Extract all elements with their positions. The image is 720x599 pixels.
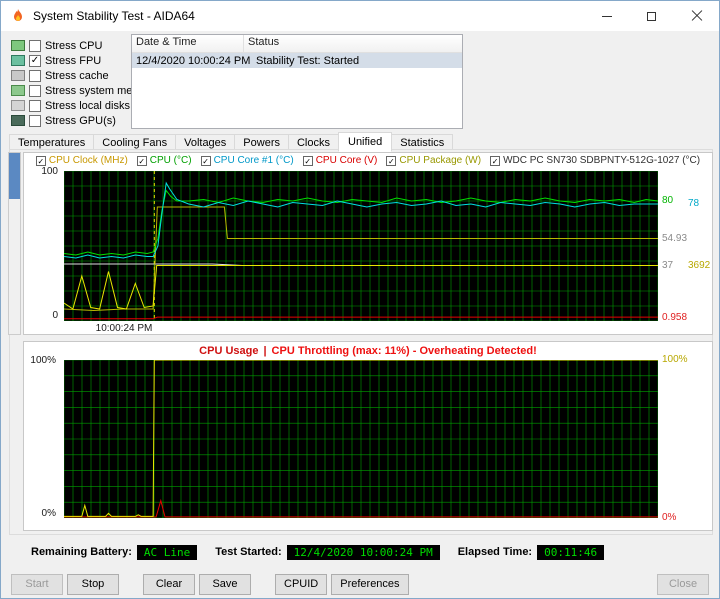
- cpuid-button[interactable]: CPUID: [275, 573, 328, 595]
- cpu-usage-graph: [64, 360, 658, 518]
- status-bar: Remaining Battery: AC Line Test Started:…: [31, 543, 622, 561]
- legend-checkbox[interactable]: ✓: [200, 155, 211, 166]
- log-column-header[interactable]: Date & Time: [132, 35, 244, 52]
- battery-label: Remaining Battery:: [31, 546, 132, 558]
- stress-label: Stress FPU: [45, 54, 102, 67]
- disk-icon: [11, 100, 25, 111]
- save-button[interactable]: Save: [199, 573, 251, 595]
- test-started-label: Test Started:: [215, 546, 282, 558]
- legend-item[interactable]: ✓ CPU (°C): [136, 155, 192, 166]
- memory-icon: [11, 85, 25, 96]
- legend-item[interactable]: ✓ CPU Core #1 (°C): [200, 155, 294, 166]
- axis-label-right: 0.958: [662, 312, 688, 323]
- legend-item[interactable]: ✓ CPU Package (W): [386, 155, 481, 166]
- legend-item[interactable]: ✓ CPU Core (V): [302, 155, 378, 166]
- chart-legend: ✓ CPU Clock (MHz) ✓ CPU (°C) ✓ CPU Core #1 (°…: [24, 155, 712, 166]
- axis-label-y-max: 100: [41, 166, 58, 177]
- elapsed-time-value: 00:11:46: [537, 544, 605, 560]
- window-title: System Stability Test - AIDA64: [33, 9, 195, 23]
- stress-label: Stress CPU: [45, 39, 103, 52]
- titlebar: System Stability Test - AIDA64: [1, 1, 719, 31]
- maximize-button[interactable]: [629, 1, 674, 31]
- fpu-icon: [11, 55, 25, 66]
- button-bar: Start Stop Clear Save CPUID Preferences Close: [11, 573, 709, 595]
- axis-label-right: 80: [662, 195, 674, 206]
- minimize-icon: [601, 15, 612, 17]
- legend-checkbox[interactable]: ✓: [386, 155, 397, 166]
- usage-axis-0: 0%: [41, 508, 56, 519]
- log-column-header[interactable]: Status: [244, 35, 462, 52]
- axis-label-right: 0%: [662, 512, 677, 523]
- log-header: Date & Time Status: [132, 35, 462, 53]
- elapsed-time-label: Elapsed Time:: [457, 546, 533, 558]
- unified-sensor-graph: [64, 171, 658, 321]
- chart1-right-labels: 80 78 54.93 37 3692 0.958: [662, 153, 712, 334]
- axis-label-time: 10:00:24 PM: [95, 323, 153, 334]
- preferences-button[interactable]: Preferences: [331, 573, 409, 595]
- usage-title-separator: |: [263, 345, 267, 357]
- start-button: Start: [11, 573, 63, 595]
- aida64-stability-test-window: System Stability Test - AIDA64 Stress CP…: [0, 0, 720, 599]
- event-log-table: Date & Time Status 12/4/2020 10:00:24 PM S…: [131, 34, 463, 129]
- stress-checkbox[interactable]: [29, 39, 41, 52]
- stress-label: Stress GPU(s): [45, 114, 116, 127]
- chart2-right-labels: 100% 0%: [662, 342, 712, 530]
- legend-checkbox[interactable]: ✓: [490, 155, 501, 166]
- log-row[interactable]: 12/4/2020 10:00:24 PM Stability Test: Sta…: [132, 53, 462, 68]
- legend-label: CPU (°C): [149, 155, 192, 166]
- throttling-warning-text: CPU Throttling (max: 11%) - Overheating …: [271, 345, 537, 357]
- legend-label: CPU Core #1 (°C): [213, 155, 294, 166]
- stress-label: Stress local disks: [45, 99, 130, 112]
- axis-label-right: 37: [662, 259, 674, 271]
- axis-label-right: 3692: [688, 259, 711, 271]
- stress-checkbox[interactable]: [29, 99, 41, 112]
- legend-label: CPU Clock (MHz): [48, 155, 128, 166]
- window-controls: [584, 1, 719, 31]
- cpu-usage-title: CPU Usage | CPU Throttling (max: 11%) - Ov…: [24, 345, 712, 357]
- battery-value: AC Line: [136, 544, 198, 560]
- log-cell-status: Stability Test: Started: [256, 54, 360, 67]
- stress-label: Stress cache: [45, 69, 109, 82]
- app-flame-icon: [14, 9, 22, 21]
- graph-scrollbar[interactable]: [8, 152, 21, 335]
- legend-label: CPU Core (V): [315, 155, 378, 166]
- stress-checkbox[interactable]: [29, 84, 41, 97]
- legend-checkbox[interactable]: ✓: [302, 155, 313, 166]
- close-icon: [691, 10, 703, 22]
- legend-checkbox[interactable]: ✓: [35, 155, 46, 166]
- axis-label-right: 54.93: [662, 232, 688, 244]
- minimize-button[interactable]: [584, 1, 629, 31]
- stress-checkbox[interactable]: [29, 114, 41, 127]
- test-started-value: 12/4/2020 10:00:24 PM: [286, 544, 440, 560]
- graph-scrollbar-thumb[interactable]: [9, 153, 20, 199]
- maximize-icon: [647, 11, 656, 21]
- unified-chart-panel: ✓ CPU Clock (MHz) ✓ CPU (°C) ✓ CPU Core #1 (°…: [23, 152, 713, 335]
- log-cell-datetime: 12/4/2020 10:00:24 PM: [136, 54, 251, 67]
- log-body: 12/4/2020 10:00:24 PM Stability Test: Sta…: [132, 53, 462, 68]
- axis-label-right: 78: [688, 198, 700, 209]
- axis-label-right: 100%: [662, 354, 688, 365]
- stop-button[interactable]: Stop: [67, 573, 119, 595]
- cache-icon: [11, 70, 25, 81]
- clear-button[interactable]: Clear: [143, 573, 195, 595]
- close-button: Close: [657, 573, 709, 595]
- close-button[interactable]: [674, 1, 719, 31]
- cpu-icon: [11, 40, 25, 51]
- stress-checkbox[interactable]: [29, 69, 41, 82]
- legend-item[interactable]: ✓ CPU Clock (MHz): [35, 155, 128, 166]
- legend-checkbox[interactable]: ✓: [136, 155, 147, 166]
- cpu-usage-panel: CPU Usage | CPU Throttling (max: 11%) - Ov…: [23, 341, 713, 531]
- usage-axis-100: 100%: [30, 355, 56, 366]
- gpu-icon: [11, 115, 25, 126]
- legend-label: CPU Package (W): [399, 155, 482, 166]
- stress-checkbox[interactable]: ✓: [29, 54, 41, 67]
- usage-title-text: CPU Usage: [199, 345, 259, 357]
- axis-label-y-min: 0: [52, 310, 58, 321]
- tab-unified[interactable]: Unified: [338, 132, 393, 152]
